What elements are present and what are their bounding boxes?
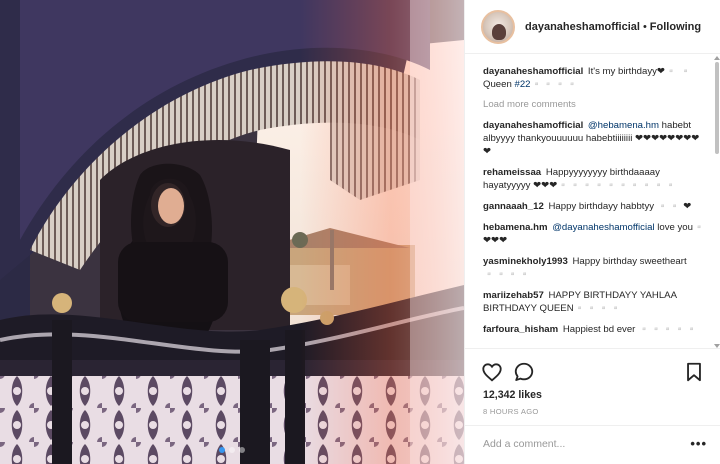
comment-item: mariizehab57 HAPPY BIRTHDAYY YAHLAA BIRT…: [483, 289, 707, 315]
add-comment-bar: •••: [465, 425, 720, 464]
comment-item: rehameissaa Happyyyyyyyy birthdaaaay hay…: [483, 166, 707, 192]
photo-illustration: [0, 0, 464, 464]
carousel-dot[interactable]: [239, 447, 245, 453]
comment-username[interactable]: dayanaheshamofficial: [483, 120, 583, 131]
follow-status-button[interactable]: Following: [650, 21, 701, 33]
comments-list: dayanaheshamofficial It's my birthdayy❤▫…: [465, 55, 715, 347]
caption-hashtag[interactable]: #22▫️▫️▫️▫️: [514, 79, 578, 90]
comment-mention[interactable]: @hebamena.hm: [588, 120, 659, 131]
comment-mention[interactable]: @dayanaheshamofficial: [552, 222, 654, 233]
comment-item: dayanaheshamofficial @hebamena.hm habebt…: [483, 119, 707, 158]
comment-bubble-icon[interactable]: [513, 361, 535, 383]
header-text: dayanaheshamofficial • Following: [525, 21, 701, 33]
post-header: dayanaheshamofficial • Following: [465, 0, 720, 54]
scroll-up-arrow-icon[interactable]: [714, 56, 720, 60]
post-photo[interactable]: [0, 0, 464, 464]
post-timestamp: 8 HOURS AGO: [483, 407, 539, 416]
comments-scrollbar[interactable]: [714, 56, 720, 348]
comment-item: gannaaah_12 Happy birthdayy habbtyy ▫️▫️…: [483, 200, 707, 213]
scrollbar-thumb[interactable]: [715, 62, 719, 154]
caption-username[interactable]: dayanaheshamofficial: [483, 66, 583, 77]
bookmark-icon[interactable]: [683, 361, 705, 383]
comment-username[interactable]: mariizehab57: [483, 290, 544, 301]
comment-text: Happy birthdayy habbtyy ▫️▫️ ❤: [548, 201, 692, 212]
comment-username[interactable]: farfoura_hisham: [483, 324, 558, 335]
add-comment-input[interactable]: [483, 435, 673, 453]
comment-username[interactable]: yasminekholy1993: [483, 256, 568, 267]
comment-item: farfoura_hisham Happiest bd ever ▫️▫️▫️▫…: [483, 323, 707, 336]
post-side-panel: dayanaheshamofficial • Following dayanahes…: [464, 0, 720, 464]
carousel-dot-active[interactable]: [219, 447, 225, 453]
likes-count[interactable]: 12,342 likes: [483, 389, 542, 401]
comment-username[interactable]: gannaaah_12: [483, 201, 544, 212]
more-options-icon[interactable]: •••: [690, 436, 707, 451]
comment-username[interactable]: rehameissaa: [483, 167, 541, 178]
comment-item: yasminekholy1993 Happy birthday sweethea…: [483, 255, 707, 281]
comment-item: hebamena.hm @dayanaheshamofficial love y…: [483, 221, 707, 247]
header-separator: •: [642, 20, 647, 33]
avatar[interactable]: [481, 9, 515, 44]
carousel-dot[interactable]: [229, 447, 235, 453]
heart-icon[interactable]: [481, 361, 503, 383]
comment-username[interactable]: hebamena.hm: [483, 222, 548, 233]
comment-text: Happiest bd ever ▫️▫️▫️▫️▫️: [562, 324, 698, 335]
carousel-indicator: [0, 447, 464, 453]
caption: dayanaheshamofficial It's my birthdayy❤▫…: [483, 65, 707, 91]
header-username[interactable]: dayanaheshamofficial: [525, 21, 640, 33]
load-more-comments-link[interactable]: Load more comments: [483, 99, 707, 110]
